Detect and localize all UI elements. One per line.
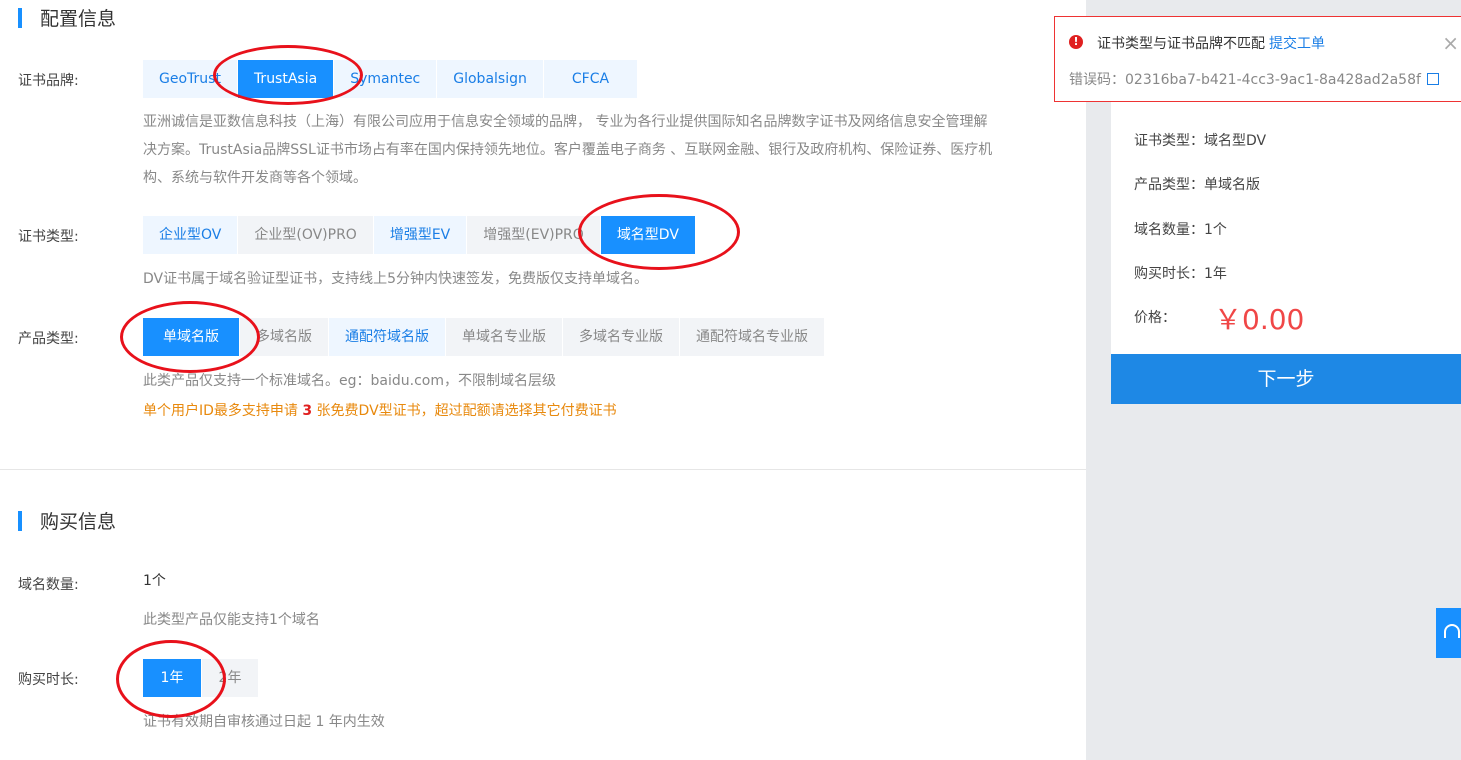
summary-cert-type: 证书类型：域名型DV xyxy=(1134,133,1267,149)
duration-label: 购买时长: xyxy=(18,672,79,688)
duration-1-year[interactable]: 1年 xyxy=(143,659,201,697)
error-icon: ! xyxy=(1069,35,1083,49)
headset-icon xyxy=(1444,624,1460,638)
close-icon[interactable]: × xyxy=(1442,31,1459,55)
submit-ticket-link[interactable]: 提交工单 xyxy=(1269,36,1325,52)
brand-desc-line: 亚洲诚信是亚数信息科技（上海）有限公司应用于信息安全领域的品牌， 专业为各行业提… xyxy=(143,114,988,130)
brand-option-cfca[interactable]: CFCA xyxy=(543,60,638,98)
warning-count: 3 xyxy=(302,403,313,419)
cert-type-label: 证书类型: xyxy=(18,229,79,245)
product-wildcard-pro[interactable]: 通配符域名专业版 xyxy=(680,318,824,356)
product-multi-domain-pro[interactable]: 多域名专业版 xyxy=(563,318,679,356)
cert-type-ov[interactable]: 企业型OV xyxy=(143,216,238,254)
price-value: ￥0.00 xyxy=(1214,303,1305,336)
config-title-text: 配置信息 xyxy=(40,8,117,30)
duration-options: 1年 2年 xyxy=(143,659,259,697)
quota-warning: 单个用户ID最多支持申请 3 张免费DV型证书，超过配额请选择其它付费证书 xyxy=(143,400,617,420)
error-code: 错误码：02316ba7-b421-4cc3-9ac1-8a428ad2a58f xyxy=(1069,72,1421,88)
domain-count-label: 域名数量: xyxy=(18,577,79,593)
cert-type-ov-pro[interactable]: 企业型(OV)PRO xyxy=(238,216,373,254)
brand-option-trustasia[interactable]: TrustAsia xyxy=(237,60,334,98)
brand-desc-line: 构、系统与软件开发商等各个领域。 xyxy=(143,170,367,186)
error-code-row: 错误码：02316ba7-b421-4cc3-9ac1-8a428ad2a58f xyxy=(1069,69,1439,89)
copy-icon[interactable] xyxy=(1426,73,1439,85)
next-step-button[interactable]: 下一步 xyxy=(1111,354,1461,404)
purchase-title-text: 购买信息 xyxy=(40,511,117,533)
product-wildcard[interactable]: 通配符域名版 xyxy=(329,318,445,356)
error-message-text: 证书类型与证书品牌不匹配 xyxy=(1097,36,1265,52)
product-multi-domain[interactable]: 多域名版 xyxy=(240,318,328,356)
cert-type-options: 企业型OV 企业型(OV)PRO 增强型EV 增强型(EV)PRO 域名型DV xyxy=(143,216,696,254)
error-message: 证书类型与证书品牌不匹配 提交工单 xyxy=(1097,33,1325,53)
config-section-title: 配置信息 xyxy=(18,4,116,31)
brand-options: GeoTrust TrustAsia Symantec Globalsign C… xyxy=(143,60,638,98)
brand-option-geotrust[interactable]: GeoTrust xyxy=(143,60,237,98)
order-summary: 证书类型：域名型DV 产品类型：单域名版 域名数量：1个 购买时长：1年 价格：… xyxy=(1111,102,1461,354)
product-description: 此类产品仅支持一个标准域名。eg：baidu.com，不限制域名层级 xyxy=(143,373,556,389)
brand-desc-line: 决方案。TrustAsia品牌SSL证书市场占有率在国内保持领先地位。客户覆盖电… xyxy=(143,142,993,158)
brand-description: 亚洲诚信是亚数信息科技（上海）有限公司应用于信息安全领域的品牌， 专业为各行业提… xyxy=(143,108,992,192)
cert-type-ev-pro[interactable]: 增强型(EV)PRO xyxy=(467,216,600,254)
brand-label: 证书品牌: xyxy=(18,73,79,89)
section-accent-bar xyxy=(18,7,22,28)
product-single-domain-pro[interactable]: 单域名专业版 xyxy=(446,318,562,356)
product-type-options: 单域名版 多域名版 通配符域名版 单域名专业版 多域名专业版 通配符域名专业版 xyxy=(143,318,825,356)
summary-product-type: 产品类型：单域名版 xyxy=(1134,177,1260,193)
domain-count-value: 1个 xyxy=(143,573,166,589)
summary-duration: 购买时长：1年 xyxy=(1134,266,1227,282)
price-label: 价格： xyxy=(1134,310,1176,326)
customer-service-button[interactable] xyxy=(1436,608,1461,658)
product-single-domain[interactable]: 单域名版 xyxy=(143,318,239,356)
duration-description: 证书有效期自审核通过日起 1 年内生效 xyxy=(143,714,385,730)
product-type-label: 产品类型: xyxy=(18,331,79,347)
warning-text: 张免费DV型证书，超过配额请选择其它付费证书 xyxy=(312,403,617,419)
brand-option-globalsign[interactable]: Globalsign xyxy=(437,60,543,98)
domain-count-description: 此类型产品仅能支持1个域名 xyxy=(143,612,320,628)
cert-type-dv[interactable]: 域名型DV xyxy=(600,216,695,254)
cert-type-description: DV证书属于域名验证型证书，支持线上5分钟内快速签发，免费版仅支持单域名。 xyxy=(143,271,649,287)
warning-text: 单个用户ID最多支持申请 xyxy=(143,403,303,419)
purchase-section-title: 购买信息 xyxy=(18,507,116,534)
error-toast: ! 证书类型与证书品牌不匹配 提交工单 错误码：02316ba7-b421-4cc… xyxy=(1054,16,1461,102)
section-divider xyxy=(0,469,1086,470)
duration-2-year[interactable]: 2年 xyxy=(202,659,258,697)
brand-option-symantec[interactable]: Symantec xyxy=(334,60,437,98)
cert-type-ev[interactable]: 增强型EV xyxy=(373,216,467,254)
summary-domain-count: 域名数量：1个 xyxy=(1134,222,1227,238)
section-accent-bar xyxy=(18,510,22,531)
